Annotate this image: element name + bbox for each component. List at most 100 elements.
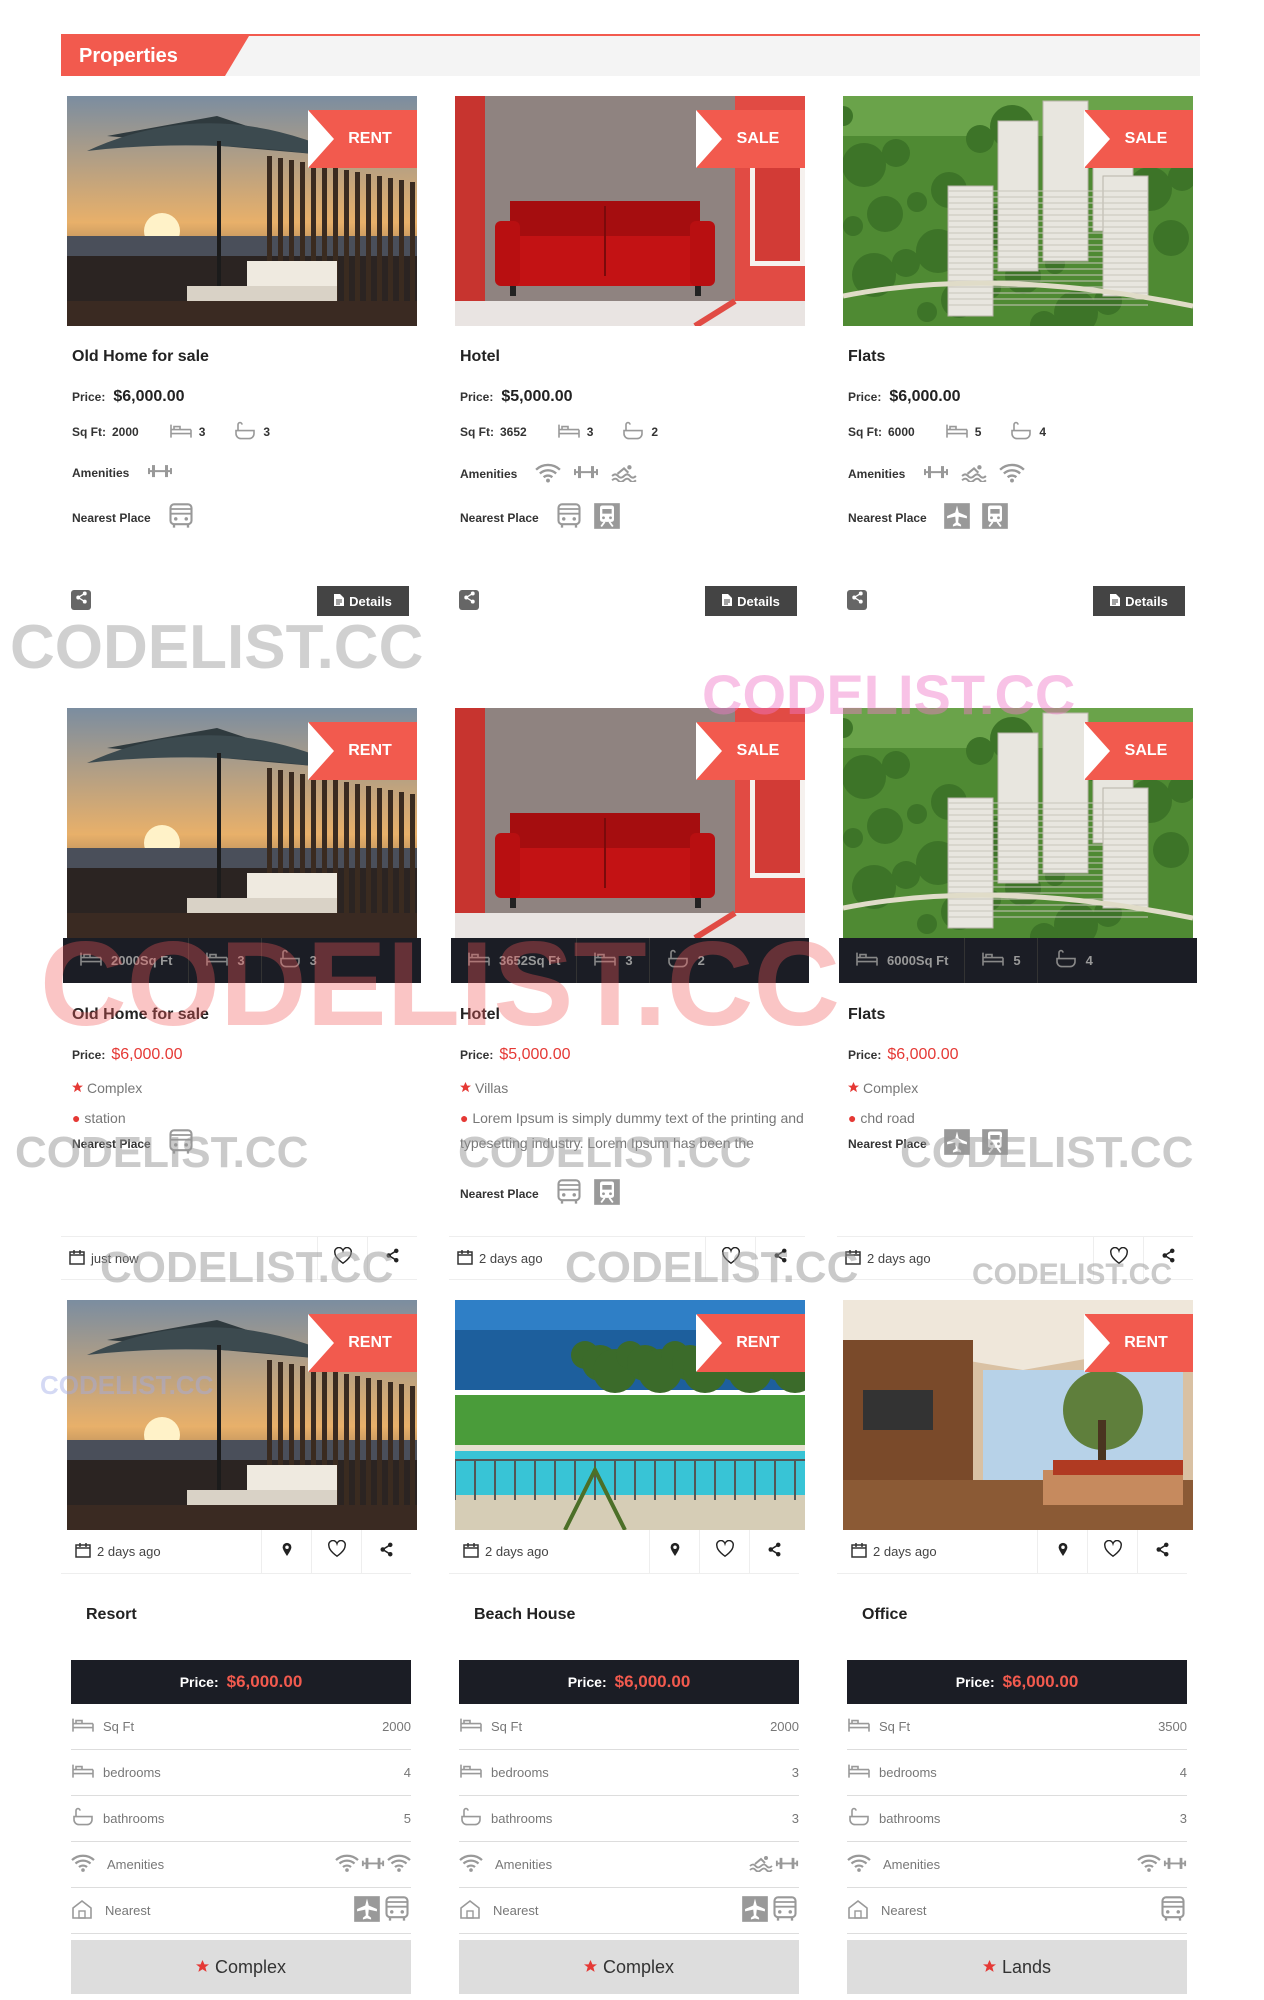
- property-title[interactable]: Beach House: [474, 1606, 575, 1624]
- share-button[interactable]: [367, 1236, 417, 1280]
- baths-count: 3: [309, 953, 317, 968]
- bed-icon: [855, 949, 879, 971]
- favorite-button[interactable]: [699, 1529, 749, 1574]
- listing-ribbon: SALE: [696, 110, 805, 168]
- train-icon: [593, 502, 621, 533]
- location-button[interactable]: [649, 1529, 699, 1574]
- bath-icon: [71, 1807, 95, 1829]
- location-text: Lorem Ipsum is simply dummy text of the …: [460, 1110, 804, 1151]
- property-title[interactable]: Flats: [848, 1006, 885, 1024]
- property-photo[interactable]: RENT: [67, 708, 417, 938]
- airplane-icon: [943, 1128, 971, 1159]
- nearest-place-label: Nearest Place: [460, 510, 539, 525]
- property-card[interactable]: SALE Flats Price: $6,000.00 Sq Ft: 6000 …: [843, 96, 1193, 616]
- spec-row-bathrooms: bathrooms 3: [459, 1796, 799, 1842]
- sqft-value: 3652Sq Ft: [499, 953, 561, 968]
- location-pin-icon: ●: [460, 1110, 469, 1126]
- bath-icon: [621, 421, 645, 443]
- category-button[interactable]: Complex: [71, 1940, 411, 1994]
- sqft-label: Sq Ft:: [460, 425, 494, 440]
- favorite-button[interactable]: [317, 1236, 367, 1280]
- favorite-button[interactable]: [1087, 1529, 1137, 1574]
- price-label: Price:: [848, 1048, 882, 1062]
- share-icon: [773, 1248, 788, 1268]
- price-label: Price:: [567, 1674, 607, 1690]
- bus-icon: [167, 502, 195, 533]
- share-button[interactable]: [847, 590, 867, 610]
- price-bar: Price: $6,000.00: [459, 1660, 799, 1704]
- posted-time: 2 days ago: [485, 1544, 549, 1559]
- bed-icon: [847, 1715, 871, 1737]
- price-value: $6,000.00: [1002, 1672, 1079, 1691]
- favorite-button[interactable]: [705, 1236, 755, 1280]
- favorite-button[interactable]: [311, 1529, 361, 1574]
- details-button[interactable]: Details: [705, 586, 797, 616]
- details-label: Details: [737, 593, 780, 609]
- sqft-label: Sq Ft:: [72, 425, 106, 440]
- nearest-icons: [1159, 1895, 1187, 1926]
- spec-value: 3: [791, 1765, 799, 1780]
- wifi-icon: [535, 462, 562, 486]
- price-label: Price:: [72, 390, 106, 404]
- share-button[interactable]: [71, 590, 91, 610]
- amenities-label: Amenities: [848, 466, 906, 481]
- property-photo[interactable]: RENT: [67, 96, 417, 326]
- property-title[interactable]: Office: [862, 1606, 907, 1624]
- card-meta-bar: 2 days ago: [449, 1236, 805, 1280]
- wifi-icon: [335, 1853, 359, 1875]
- property-photo[interactable]: SALE: [455, 708, 805, 938]
- property-photo[interactable]: RENT: [455, 1300, 805, 1530]
- property-title[interactable]: Hotel: [460, 348, 500, 366]
- property-card[interactable]: RENT 2 days ago Office Price: $6,000.00 …: [837, 1300, 1193, 1994]
- property-title[interactable]: Resort: [86, 1606, 137, 1624]
- category-button[interactable]: Lands: [847, 1940, 1187, 1994]
- property-photo[interactable]: SALE: [843, 96, 1193, 326]
- share-button[interactable]: [749, 1529, 799, 1574]
- star-icon: [848, 1080, 859, 1096]
- share-button[interactable]: [1143, 1236, 1193, 1280]
- spec-value: 4: [403, 1765, 411, 1780]
- property-card[interactable]: SALE Hotel Price: $5,000.00 Sq Ft: 3652 …: [455, 96, 805, 616]
- property-title[interactable]: Old Home for sale: [72, 1006, 209, 1024]
- spec-label: bathrooms: [879, 1811, 941, 1826]
- spec-value: 5: [403, 1811, 411, 1826]
- property-photo[interactable]: SALE: [455, 96, 805, 326]
- property-title[interactable]: Old Home for sale: [72, 348, 209, 366]
- share-button[interactable]: [755, 1236, 805, 1280]
- heart-icon: [715, 1539, 734, 1563]
- property-card[interactable]: RENT 2000Sq Ft 3 3 Old Home for sale Pri…: [61, 708, 421, 1280]
- property-photo[interactable]: SALE: [843, 708, 1193, 938]
- beds-count: 3: [198, 425, 206, 440]
- property-card[interactable]: RENT 2 days ago Beach House Price: $6,00…: [449, 1300, 805, 1994]
- pool-icon: [611, 463, 637, 486]
- bath-icon: [666, 949, 690, 971]
- posted-time: 2 days ago: [97, 1544, 161, 1559]
- spec-label: Nearest: [493, 1903, 539, 1918]
- details-button[interactable]: Details: [1093, 586, 1185, 616]
- train-icon: [981, 1128, 1009, 1159]
- favorite-button[interactable]: [1093, 1236, 1143, 1280]
- category-label: Complex: [602, 1956, 675, 1977]
- document-icon: [334, 593, 345, 609]
- bus-icon: [167, 1128, 195, 1159]
- share-button[interactable]: [459, 590, 479, 610]
- property-photo[interactable]: RENT: [843, 1300, 1193, 1530]
- spec-row-nearest: Nearest: [71, 1888, 411, 1934]
- property-photo[interactable]: RENT: [67, 1300, 417, 1530]
- property-card[interactable]: SALE 6000Sq Ft 5 4 Flats Price: $6,000.0…: [837, 708, 1197, 1280]
- price-value: $6,000.00: [111, 1046, 183, 1063]
- location-button[interactable]: [1037, 1529, 1087, 1574]
- property-card[interactable]: RENT Old Home for sale Price: $6,000.00 …: [67, 96, 417, 616]
- watermark-text: CODELIST.CC: [10, 613, 424, 682]
- details-button[interactable]: Details: [317, 586, 409, 616]
- location-button[interactable]: [261, 1529, 311, 1574]
- location-text: station: [84, 1110, 126, 1126]
- property-card[interactable]: SALE 3652Sq Ft 3 2 Hotel Price: $5,000.0…: [449, 708, 809, 1280]
- share-button[interactable]: [1137, 1529, 1187, 1574]
- share-button[interactable]: [361, 1529, 411, 1574]
- train-icon: [593, 1178, 621, 1209]
- property-title[interactable]: Hotel: [460, 1006, 500, 1024]
- category-button[interactable]: Complex: [459, 1940, 799, 1994]
- property-card[interactable]: RENT 2 days ago Resort Price: $6,000.00 …: [61, 1300, 417, 1994]
- property-title[interactable]: Flats: [848, 348, 885, 366]
